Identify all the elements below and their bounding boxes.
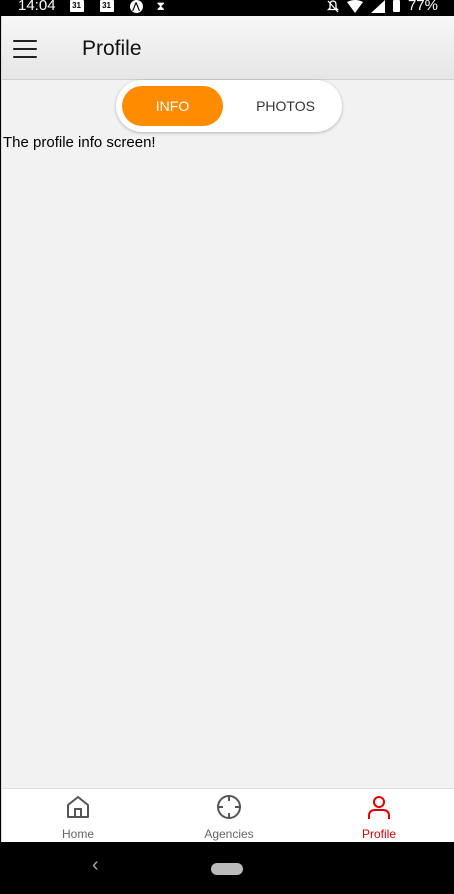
hourglass-icon: ⧗: [156, 0, 165, 13]
tab-photos[interactable]: PHOTOS: [235, 86, 336, 126]
profile-info-text: The profile info screen!: [3, 134, 156, 151]
app-screen: Profile INFO PHOTOS The profile info scr…: [1, 16, 454, 842]
page-title: Profile: [82, 37, 142, 60]
back-icon[interactable]: ‹: [92, 854, 99, 877]
system-nav-bar: ‹: [0, 842, 454, 894]
crosshair-icon: [217, 795, 241, 819]
notifications-off-icon: [326, 0, 339, 12]
home-icon: [67, 796, 89, 818]
battery-percentage: 77%: [407, 0, 438, 14]
battery-icon: [392, 0, 400, 12]
hamburger-menu-icon[interactable]: [13, 40, 37, 58]
segmented-control: INFO PHOTOS: [116, 80, 342, 132]
tab-profile-label: Profile: [361, 827, 396, 841]
signal-icon: [370, 0, 385, 13]
status-time: 14:04: [18, 0, 56, 14]
app-notification-icon: ⋀: [129, 0, 143, 13]
status-bar: 14:04 31 31 ⋀ ⧗ 77%: [0, 0, 454, 16]
tab-home-label: Home: [61, 827, 94, 841]
tab-info[interactable]: INFO: [122, 86, 223, 126]
calendar-icon: 31: [99, 0, 114, 12]
calendar-icon: 31: [69, 0, 84, 12]
home-pill-button[interactable]: [211, 863, 243, 875]
user-icon: [368, 796, 390, 819]
wifi-icon: [346, 0, 363, 13]
bottom-tab-bar: Home Agencies Profile: [2, 788, 454, 842]
tab-agencies[interactable]: Agencies: [179, 789, 279, 843]
tab-profile[interactable]: Profile: [329, 789, 429, 843]
app-header: Profile: [2, 16, 454, 80]
tab-home[interactable]: Home: [28, 789, 128, 843]
tab-agencies-label: Agencies: [204, 827, 254, 841]
